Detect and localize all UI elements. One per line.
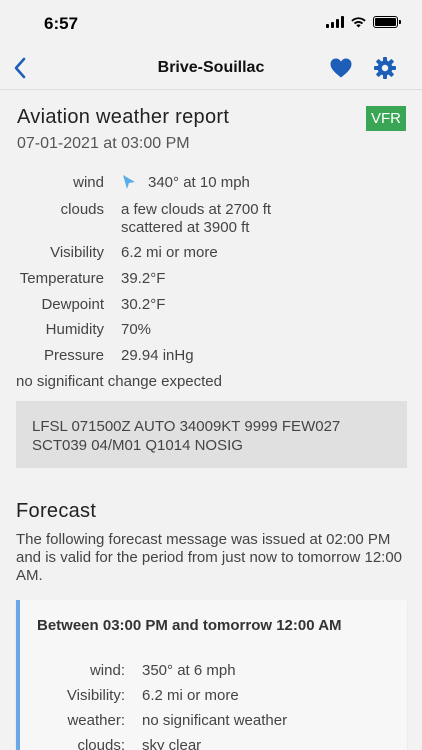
humidity-value: 70% xyxy=(121,321,152,338)
battery-icon xyxy=(373,16,401,28)
forecast-wind-row: wind: 350° at 6 mph xyxy=(20,662,400,684)
wind-value: 340° at 10 mph xyxy=(148,174,250,191)
clouds-label: clouds xyxy=(60,201,104,218)
forecast-visibility-label: Visibility: xyxy=(66,687,125,704)
status-bar: 6:57 xyxy=(0,0,422,46)
pressure-value: 29.94 inHg xyxy=(121,347,194,364)
trend-note: no significant change expected xyxy=(16,373,222,390)
forecast-description: The following forecast message was issue… xyxy=(16,531,403,584)
forecast-visibility-value: 6.2 mi or more xyxy=(142,687,239,704)
favorite-button[interactable] xyxy=(329,56,353,80)
navigation-bar: Brive-Souillac xyxy=(0,46,422,90)
report-title: Aviation weather report xyxy=(17,106,230,128)
humidity-label: Humidity xyxy=(45,321,104,338)
status-icons xyxy=(326,16,401,28)
raw-metar-box: LFSL 071500Z AUTO 34009KT 9999 FEW027 SC… xyxy=(16,401,407,468)
visibility-row: Visibility 6.2 mi or more xyxy=(0,244,422,268)
temperature-row: Temperature 39.2°F xyxy=(0,270,422,294)
cellular-signal-icon xyxy=(326,16,344,28)
dewpoint-value: 30.2°F xyxy=(121,296,166,313)
dewpoint-label: Dewpoint xyxy=(41,296,104,313)
page-title: Brive-Souillac xyxy=(157,59,265,76)
pressure-row: Pressure 29.94 inHg xyxy=(0,347,422,371)
clouds-row: clouds a few clouds at 2700 ft scattered… xyxy=(0,201,422,241)
report-date: 07-01-2021 at 03:00 PM xyxy=(17,135,190,152)
status-time: 6:57 xyxy=(44,14,79,33)
clouds-value-2: scattered at 3900 ft xyxy=(121,219,250,236)
raw-metar-line-1: LFSL 071500Z AUTO 34009KT 9999 FEW027 xyxy=(32,418,341,435)
forecast-clouds-value: sky clear xyxy=(142,737,202,750)
forecast-heading: Forecast xyxy=(16,500,97,522)
forecast-visibility-row: Visibility: 6.2 mi or more xyxy=(20,687,400,709)
settings-button[interactable] xyxy=(373,56,397,80)
raw-metar-line-2: SCT039 04/M01 Q1014 NOSIG xyxy=(32,437,243,454)
visibility-value: 6.2 mi or more xyxy=(121,244,218,261)
forecast-period-card: Between 03:00 PM and tomorrow 12:00 AM w… xyxy=(16,600,407,750)
forecast-wind-label: wind: xyxy=(89,662,125,679)
wind-direction-icon xyxy=(123,175,135,189)
forecast-weather-value: no significant weather xyxy=(142,712,288,729)
flight-category-badge: VFR xyxy=(366,106,406,131)
visibility-label: Visibility xyxy=(50,244,104,261)
temperature-label: Temperature xyxy=(19,270,104,287)
pressure-label: Pressure xyxy=(43,347,104,364)
gear-icon xyxy=(374,57,396,79)
clouds-value-1: a few clouds at 2700 ft xyxy=(121,201,272,218)
forecast-clouds-label: clouds: xyxy=(77,737,125,750)
humidity-row: Humidity 70% xyxy=(0,321,422,345)
wind-label: wind xyxy=(73,174,104,191)
forecast-period-title: Between 03:00 PM and tomorrow 12:00 AM xyxy=(37,617,342,634)
forecast-weather-label: weather: xyxy=(67,712,125,729)
wifi-icon xyxy=(351,17,366,28)
heart-icon xyxy=(330,58,352,78)
forecast-weather-row: weather: no significant weather xyxy=(20,712,400,734)
forecast-clouds-row: clouds: sky clear xyxy=(20,737,400,750)
temperature-value: 39.2°F xyxy=(121,270,166,287)
forecast-wind-value: 350° at 6 mph xyxy=(142,662,236,679)
wind-row: wind 340° at 10 mph xyxy=(0,174,422,198)
dewpoint-row: Dewpoint 30.2°F xyxy=(0,296,422,320)
